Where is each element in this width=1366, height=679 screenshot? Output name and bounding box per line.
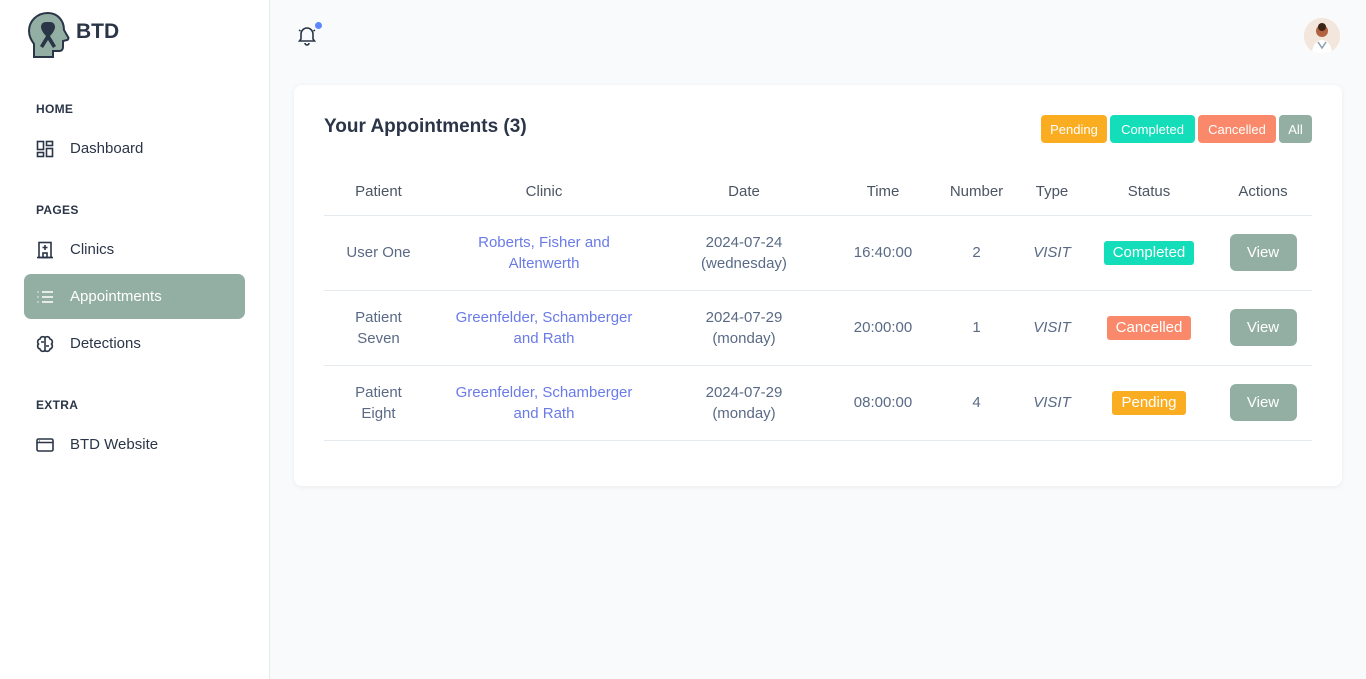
type-cell: VISIT [1020,290,1084,366]
sidebar-item-appointments[interactable]: Appointments [24,274,245,319]
column-header: Time [833,169,933,216]
head-ribbon-logo-icon [27,11,70,58]
filter-all-button[interactable]: All [1279,115,1312,143]
status-cell: Completed [1084,215,1214,291]
sidebar: BTD HOME Dashboard PAGES Clinics Appoint… [0,0,270,679]
sidebar-item-label: Dashboard [70,140,144,157]
type-cell: VISIT [1020,215,1084,291]
column-header: Type [1020,169,1084,216]
actions-cell: View [1214,215,1312,291]
patient-cell: Patient Seven [324,290,433,366]
time-cell: 08:00:00 [833,365,933,441]
patient-cell: User One [324,215,433,291]
patient-cell: Patient Eight [324,365,433,441]
view-button[interactable]: View [1229,384,1297,421]
number-cell: 4 [933,365,1020,441]
time-cell: 16:40:00 [833,215,933,291]
status-filter-group: Pending Completed Cancelled All [1041,115,1312,143]
column-header: Number [933,169,1020,216]
status-cell: Cancelled [1084,290,1214,366]
sidebar-item-label: Clinics [70,241,115,258]
appointments-card: Your Appointments (3) Pending Completed … [294,85,1342,486]
status-badge: Completed [1103,240,1195,265]
clinic-link[interactable]: Greenfelder, Schamberger and Rath [433,365,655,441]
number-cell: 2 [933,215,1020,291]
column-header: Clinic [433,169,655,216]
column-header: Status [1084,169,1214,216]
sidebar-item-detections[interactable]: Detections [24,321,245,366]
user-avatar[interactable] [1304,18,1340,54]
date-cell: 2024-07-29 (monday) [655,290,833,366]
browser-window-icon [36,436,54,454]
status-badge: Pending [1112,390,1186,415]
table-row: User One Roberts, Fisher and Altenwerth 2… [324,215,1312,291]
brand-name: BTD [76,20,120,43]
brand[interactable]: BTD [26,10,119,60]
date-cell: 2024-07-24 (wednesday) [655,215,833,291]
sidebar-item-label: Detections [70,335,141,352]
column-header: Actions [1214,169,1312,216]
clinic-link[interactable]: Greenfelder, Schamberger and Rath [433,290,655,366]
date-cell: 2024-07-29 (monday) [655,365,833,441]
actions-cell: View [1214,290,1312,366]
table-header-row: Patient Clinic Date Time Number Type Sta… [324,169,1312,216]
filter-completed-button[interactable]: Completed [1110,115,1195,143]
clinic-building-icon [36,241,54,259]
appointments-table: Patient Clinic Date Time Number Type Sta… [324,169,1312,441]
notification-bell-button[interactable] [296,22,322,48]
clinic-link[interactable]: Roberts, Fisher and Altenwerth [433,215,655,291]
user-avatar-image-icon [1304,18,1340,54]
view-button[interactable]: View [1229,309,1297,346]
actions-cell: View [1214,365,1312,441]
table-row: Patient Seven Greenfelder, Schamberger and… [324,290,1312,366]
sidebar-item-btd-website[interactable]: BTD Website [24,422,245,467]
nav-section-home: HOME [36,102,74,116]
status-badge: Cancelled [1106,315,1192,340]
column-header: Date [655,169,833,216]
sidebar-item-label: BTD Website [70,436,159,453]
page-title: Your Appointments (3) [324,116,527,137]
time-cell: 20:00:00 [833,290,933,366]
notification-dot [315,22,322,29]
type-cell: VISIT [1020,365,1084,441]
brain-icon [36,335,54,353]
number-cell: 1 [933,290,1020,366]
table-row: Patient Eight Greenfelder, Schamberger and… [324,365,1312,441]
sidebar-item-label: Appointments [70,288,162,305]
list-icon [36,288,54,306]
nav-section-extra: EXTRA [36,398,79,412]
nav-section-pages: PAGES [36,203,79,217]
status-cell: Pending [1084,365,1214,441]
filter-pending-button[interactable]: Pending [1041,115,1107,143]
dashboard-icon [36,140,54,158]
sidebar-item-dashboard[interactable]: Dashboard [24,126,245,171]
column-header: Patient [324,169,433,216]
sidebar-item-clinics[interactable]: Clinics [24,227,245,272]
filter-cancelled-button[interactable]: Cancelled [1198,115,1276,143]
view-button[interactable]: View [1229,234,1297,271]
